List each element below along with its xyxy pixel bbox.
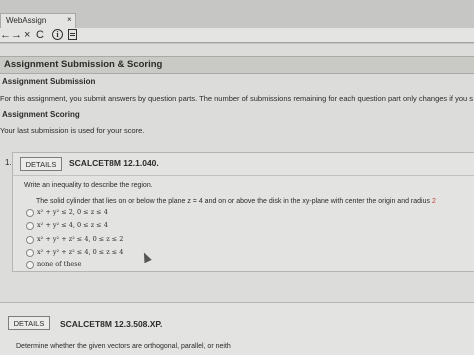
info-icon[interactable]: i — [52, 29, 63, 40]
page-title: Assignment Submission & Scoring — [4, 59, 163, 70]
stop-icon[interactable]: × — [24, 28, 30, 42]
radio-button[interactable] — [26, 249, 34, 257]
radius-value: 2 — [431, 198, 436, 205]
browser-tab[interactable]: WebAssign × — [0, 13, 76, 28]
question-code: SCALCET8M 12.3.508.XP. — [60, 319, 163, 329]
back-icon[interactable]: ← — [0, 28, 11, 42]
scoring-heading: Assignment Scoring — [2, 110, 80, 119]
reload-icon[interactable]: C — [36, 28, 44, 42]
submission-heading: Assignment Submission — [2, 77, 96, 86]
question-prompt: Determine whether the given vectors are … — [16, 343, 231, 350]
browser-chrome: WebAssign × ← → × C i — [0, 0, 474, 44]
forward-icon[interactable]: → — [11, 28, 22, 42]
question-description: The solid cylinder that lies on or below… — [36, 198, 436, 205]
close-icon[interactable]: × — [67, 15, 72, 24]
option-label: x² + y² + z² ≤ 4, 0 ≤ z ≤ 2 — [37, 235, 124, 243]
scoring-text: Your last submission is used for your sc… — [0, 126, 145, 135]
details-button[interactable]: DETAILS — [20, 157, 62, 171]
description-text: The solid cylinder that lies on or below… — [36, 198, 430, 205]
question-code: SCALCET8M 12.1.040. — [69, 158, 159, 168]
option-label: x² + y² ≤ 4, 0 ≤ z ≤ 4 — [37, 221, 108, 229]
document-icon[interactable] — [68, 29, 77, 40]
details-button[interactable]: DETAILS — [8, 316, 50, 330]
radio-button[interactable] — [26, 222, 34, 230]
radio-button[interactable] — [26, 209, 34, 217]
radio-button[interactable] — [26, 261, 34, 269]
title-band: Assignment Submission & Scoring — [0, 56, 474, 74]
option-label: x² + y² + z² ≤ 4, 0 ≤ z ≤ 4 — [37, 248, 124, 256]
radio-button[interactable] — [26, 236, 34, 244]
divider — [12, 175, 474, 176]
question-number: 1. — [5, 158, 12, 167]
tab-title: WebAssign — [6, 16, 47, 25]
submission-text: For this assignment, you submit answers … — [0, 94, 474, 103]
option-label: none of these — [37, 260, 82, 268]
browser-toolbar: ← → × C i — [0, 28, 474, 43]
question-prompt: Write an inequality to describe the regi… — [24, 182, 153, 189]
option-label: x² + y² ≤ 2, 0 ≤ z ≤ 4 — [37, 208, 108, 216]
